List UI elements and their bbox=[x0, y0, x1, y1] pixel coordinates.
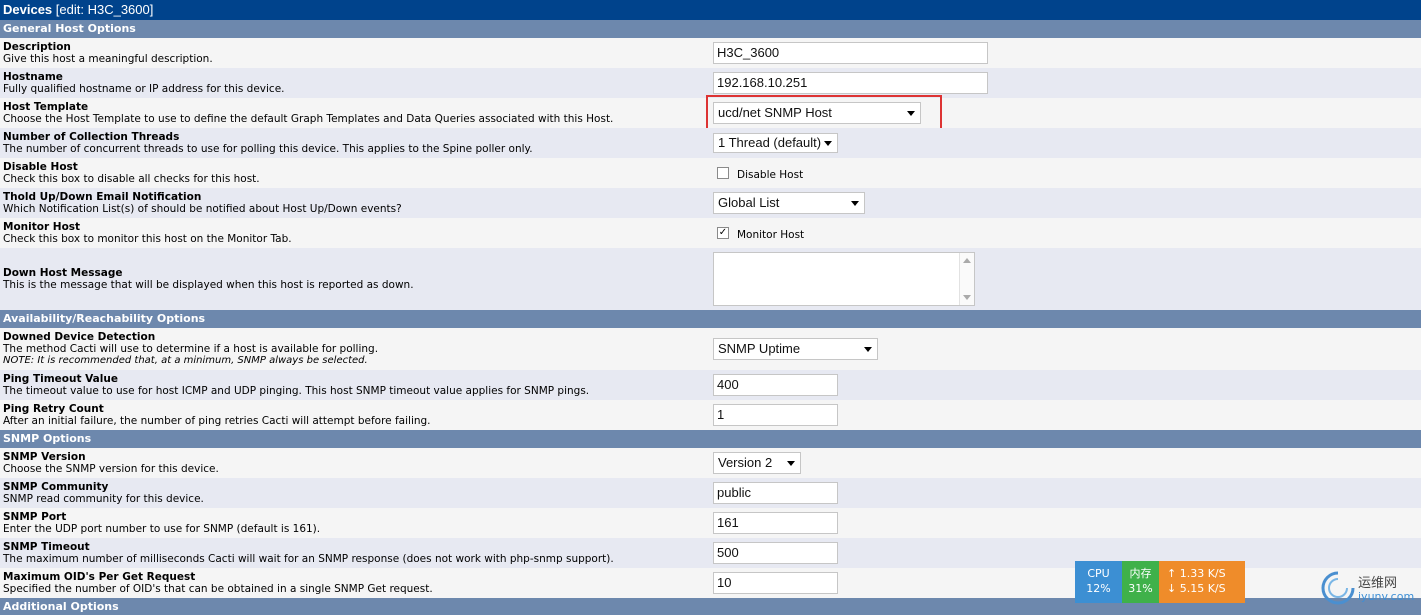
host-template-label: Host Template bbox=[3, 101, 89, 113]
logo-swirl-icon bbox=[1321, 571, 1355, 605]
thold-select[interactable]: Global List bbox=[713, 192, 865, 214]
snmp-community-input[interactable]: public bbox=[713, 482, 838, 504]
threads-desc: The number of concurrent threads to use … bbox=[3, 143, 533, 155]
monitor-host-checkbox-label: Monitor Host bbox=[737, 229, 805, 241]
upload-speed: 1.33 K/S bbox=[1179, 567, 1226, 580]
ping-timeout-desc: The timeout value to use for host ICMP a… bbox=[3, 385, 590, 397]
threads-label: Number of Collection Threads bbox=[3, 131, 180, 143]
row-snmp-community: SNMP Community SNMP read community for t… bbox=[0, 478, 1421, 508]
description-desc: Give this host a meaningful description. bbox=[3, 53, 213, 65]
row-ping-retry: Ping Retry Count After an initial failur… bbox=[0, 400, 1421, 430]
hostname-input[interactable]: 192.168.10.251 bbox=[713, 72, 988, 94]
memory-meter: 内存 31% bbox=[1122, 561, 1159, 603]
download-speed: 5.15 K/S bbox=[1179, 582, 1226, 595]
upload-arrow-icon: ↑ bbox=[1167, 567, 1177, 580]
downed-detection-note: NOTE: It is recommended that, at a minim… bbox=[3, 355, 368, 366]
max-oid-input[interactable]: 10 bbox=[713, 572, 838, 594]
down-msg-textarea[interactable] bbox=[713, 252, 975, 306]
threads-value: 1 Thread (default) bbox=[718, 135, 822, 150]
downed-detection-desc: The method Cacti will use to determine i… bbox=[3, 343, 379, 355]
snmp-community-desc: SNMP read community for this device. bbox=[3, 493, 204, 505]
downed-detection-label: Downed Device Detection bbox=[3, 331, 156, 343]
row-down-host-message: Down Host Message This is the message th… bbox=[0, 248, 1421, 310]
threads-select[interactable]: 1 Thread (default) bbox=[713, 133, 838, 153]
snmp-timeout-label: SNMP Timeout bbox=[3, 541, 90, 553]
host-template-desc: Choose the Host Template to use to defin… bbox=[3, 113, 614, 125]
ping-timeout-input[interactable]: 400 bbox=[713, 374, 838, 396]
snmp-version-label: SNMP Version bbox=[3, 451, 86, 463]
disable-host-label: Disable Host bbox=[3, 161, 78, 173]
snmp-version-desc: Choose the SNMP version for this device. bbox=[3, 463, 219, 475]
page-title: Devices bbox=[3, 2, 53, 17]
row-snmp-port: SNMP Port Enter the UDP port number to u… bbox=[0, 508, 1421, 538]
logo-text: 运维网 bbox=[1358, 576, 1398, 591]
row-ping-timeout: Ping Timeout Value The timeout value to … bbox=[0, 370, 1421, 400]
hostname-label: Hostname bbox=[3, 71, 63, 83]
down-msg-desc: This is the message that will be display… bbox=[3, 279, 414, 291]
disable-host-checkbox[interactable] bbox=[717, 167, 729, 179]
logo-url: iyunv.com bbox=[1358, 590, 1415, 603]
system-monitor-widget[interactable]: CPU 12% 内存 31% ↑ 1.33 K/S ↓ 5.15 K/S bbox=[1075, 561, 1245, 603]
section-availability: Availability/Reachability Options bbox=[0, 310, 1421, 328]
monitor-host-desc: Check this box to monitor this host on t… bbox=[3, 233, 292, 245]
row-downed-detection: Downed Device Detection The method Cacti… bbox=[0, 328, 1421, 370]
row-snmp-version: SNMP Version Choose the SNMP version for… bbox=[0, 448, 1421, 478]
max-oid-desc: Specified the number of OID's that can b… bbox=[3, 583, 433, 595]
row-disable-host: Disable Host Check this box to disable a… bbox=[0, 158, 1421, 188]
cpu-meter: CPU 12% bbox=[1075, 561, 1122, 603]
thold-desc: Which Notification List(s) of should be … bbox=[3, 203, 402, 215]
ping-retry-label: Ping Retry Count bbox=[3, 403, 104, 415]
scroll-down-icon[interactable] bbox=[963, 295, 971, 300]
page-subtitle: [edit: H3C_3600] bbox=[55, 2, 154, 17]
snmp-port-desc: Enter the UDP port number to use for SNM… bbox=[3, 523, 321, 535]
row-thold: Thold Up/Down Email Notification Which N… bbox=[0, 188, 1421, 218]
row-description: Description Give this host a meaningful … bbox=[0, 38, 1421, 68]
description-label: Description bbox=[3, 41, 71, 53]
window-title: Devices [edit: H3C_3600] bbox=[0, 0, 1421, 20]
snmp-timeout-desc: The maximum number of milliseconds Cacti… bbox=[3, 553, 614, 565]
cpu-label: CPU bbox=[1087, 567, 1110, 580]
downed-detection-select[interactable]: SNMP Uptime bbox=[713, 338, 878, 360]
snmp-timeout-input[interactable]: 500 bbox=[713, 542, 838, 564]
monitor-host-checkbox[interactable]: ✓ bbox=[717, 227, 729, 239]
ping-timeout-label: Ping Timeout Value bbox=[3, 373, 118, 385]
disable-host-checkbox-label: Disable Host bbox=[737, 169, 804, 181]
disable-host-desc: Check this box to disable all checks for… bbox=[3, 173, 260, 185]
cpu-value: 12% bbox=[1086, 582, 1111, 595]
memory-value: 31% bbox=[1128, 582, 1153, 595]
snmp-community-label: SNMP Community bbox=[3, 481, 109, 493]
snmp-version-value: Version 2 bbox=[718, 455, 773, 470]
description-input[interactable]: H3C_3600 bbox=[713, 42, 988, 64]
checkmark-icon: ✓ bbox=[718, 227, 728, 238]
network-meter: ↑ 1.33 K/S ↓ 5.15 K/S bbox=[1159, 561, 1245, 603]
max-oid-label: Maximum OID's Per Get Request bbox=[3, 571, 196, 583]
snmp-port-label: SNMP Port bbox=[3, 511, 67, 523]
row-threads: Number of Collection Threads The number … bbox=[0, 128, 1421, 158]
section-general: General Host Options bbox=[0, 20, 1421, 38]
watermark-logo: 运维网 iyunv.com bbox=[1318, 568, 1421, 608]
section-snmp: SNMP Options bbox=[0, 430, 1421, 448]
thold-label: Thold Up/Down Email Notification bbox=[3, 191, 202, 203]
ping-retry-input[interactable]: 1 bbox=[713, 404, 838, 426]
memory-label: 内存 bbox=[1129, 567, 1152, 580]
down-msg-label: Down Host Message bbox=[3, 267, 123, 279]
chevron-down-icon bbox=[824, 141, 832, 146]
snmp-port-input[interactable]: 161 bbox=[713, 512, 838, 534]
row-monitor-host: Monitor Host Check this box to monitor t… bbox=[0, 218, 1421, 248]
row-hostname: Hostname Fully qualified hostname or IP … bbox=[0, 68, 1421, 98]
ping-retry-desc: After an initial failure, the number of … bbox=[3, 415, 431, 427]
hostname-desc: Fully qualified hostname or IP address f… bbox=[3, 83, 285, 95]
snmp-version-select[interactable]: Version 2 bbox=[713, 452, 801, 474]
textarea-scrollbar[interactable] bbox=[959, 253, 974, 305]
thold-value: Global List bbox=[718, 195, 780, 210]
scroll-up-icon[interactable] bbox=[963, 258, 971, 263]
chevron-down-icon bbox=[851, 201, 859, 206]
chevron-down-icon bbox=[787, 461, 795, 466]
monitor-host-label: Monitor Host bbox=[3, 221, 81, 233]
downed-detection-value: SNMP Uptime bbox=[718, 341, 801, 356]
download-arrow-icon: ↓ bbox=[1167, 582, 1177, 595]
chevron-down-icon bbox=[864, 347, 872, 352]
